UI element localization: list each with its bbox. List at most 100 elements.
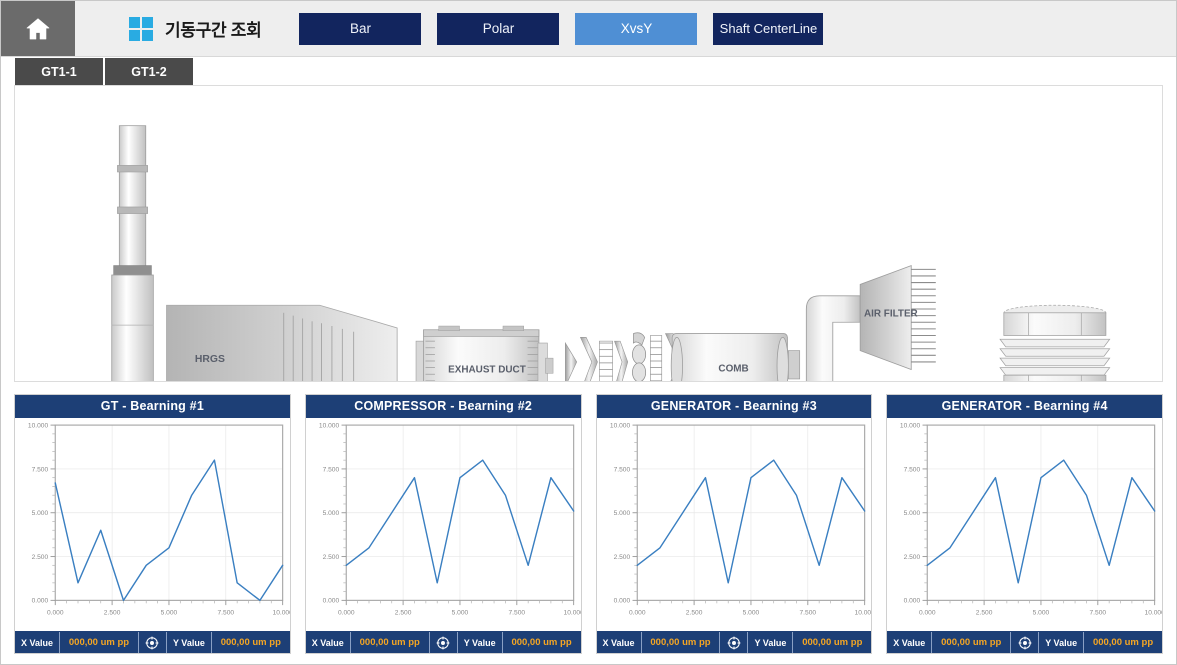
crosshair-target-icon[interactable] (430, 632, 458, 653)
x-value-label: X Value (306, 632, 351, 653)
x-value-label: X Value (597, 632, 642, 653)
y-value-label: Y Value (1039, 632, 1085, 653)
svg-text:7.500: 7.500 (904, 466, 921, 473)
svg-text:0.000: 0.000 (904, 598, 921, 605)
hrgs-label: HRGS (195, 354, 225, 365)
svg-text:7.500: 7.500 (322, 466, 339, 473)
home-icon (26, 17, 50, 39)
svg-text:0.000: 0.000 (47, 609, 64, 616)
machinery-diagram: HRGS EXHAUST DUCT COMB AIR FILTER (111, 125, 1111, 381)
svg-text:10.000: 10.000 (563, 609, 580, 616)
chart-plot-area[interactable]: 0.000 0.000 2.500 2.500 5.000 5.000 7.500 7.500… (15, 417, 290, 631)
svg-text:10.000: 10.000 (854, 609, 871, 616)
chart-plot-area[interactable]: 0.000 0.000 2.500 2.500 5.000 5.000 7.500 7.500… (305, 417, 581, 631)
x-value-label: X Value (15, 632, 61, 653)
view-button-xvsy[interactable]: XvsY (575, 12, 698, 45)
svg-text:0.000: 0.000 (322, 598, 339, 605)
svg-text:5.000: 5.000 (742, 609, 759, 616)
svg-text:10.000: 10.000 (609, 422, 630, 429)
application-window: 기동구간 조회 Bar Polar XvsY Shaft CenterLine … (0, 0, 1177, 665)
y-value-readout: 000,00 um pp (511, 637, 572, 648)
crosshair-target-icon[interactable] (1011, 632, 1040, 653)
tab-gt1-1[interactable]: GT1-1 (15, 58, 103, 85)
chart-card-bearing-2: COMPRESSOR - Bearning #2 0.000 0.000 2.500… (304, 393, 582, 654)
view-button-polar[interactable]: Polar (437, 12, 560, 45)
chart-title: GENERATOR - Bearning #4 (887, 394, 1162, 418)
svg-text:5.000: 5.000 (322, 510, 339, 517)
y-value-readout: 000,00 um pp (802, 637, 863, 648)
svg-text:5.000: 5.000 (32, 510, 49, 517)
y-value-label: Y Value (167, 632, 212, 653)
svg-text:10.000: 10.000 (273, 609, 290, 616)
chart-footer: X Value 000,00 um pp Y Value 000,00 um p… (15, 631, 290, 653)
svg-text:7.500: 7.500 (218, 609, 235, 616)
home-button[interactable] (1, 1, 75, 56)
chart-card-bearing-4: GENERATOR - Bearning #4 0.000 0.000 2.500 2… (886, 393, 1163, 654)
exhaust-duct-label: EXHAUST DUCT (448, 364, 526, 375)
svg-text:2.500: 2.500 (904, 554, 921, 561)
x-value-readout: 000,00 um pp (932, 632, 1012, 653)
chart-plot-area[interactable]: 0.000 0.000 2.500 2.500 5.000 5.000 7.500 7.500… (887, 417, 1162, 631)
exhaust-duct-unit: EXHAUST DUCT (415, 325, 554, 381)
hrsg-unit: HRGS (166, 304, 398, 381)
svg-text:2.500: 2.500 (685, 609, 702, 616)
x-value-label: X Value (887, 632, 933, 653)
svg-text:0.000: 0.000 (613, 598, 630, 605)
generator-unit: GENERATOR (999, 304, 1111, 381)
svg-text:5.000: 5.000 (904, 510, 921, 517)
y-value-label: Y Value (458, 632, 503, 653)
combustor-unit: COMB (670, 333, 801, 381)
machinery-diagram-panel: HRGS EXHAUST DUCT COMB AIR FILTER (14, 85, 1163, 382)
svg-text:7.500: 7.500 (799, 609, 816, 616)
svg-text:10.000: 10.000 (900, 422, 921, 429)
chart-plot-area[interactable]: 0.000 0.000 2.500 2.500 5.000 5.000 7.500 7.500… (596, 417, 872, 631)
svg-text:2.500: 2.500 (32, 554, 49, 561)
chart-title: GT - Bearning #1 (15, 394, 290, 418)
view-button-bar[interactable]: Bar (299, 12, 422, 45)
air-filter-label: AIR FILTER (864, 309, 918, 320)
svg-text:7.500: 7.500 (613, 466, 630, 473)
grid-logo-icon (129, 16, 153, 41)
svg-text:0.000: 0.000 (32, 598, 49, 605)
chart-title: GENERATOR - Bearning #3 (596, 394, 872, 418)
svg-text:10.000: 10.000 (28, 422, 49, 429)
y-value-readout: 000,00 um pp (220, 637, 281, 648)
app-header: 기동구간 조회 Bar Polar XvsY Shaft CenterLine (1, 1, 1176, 57)
svg-text:5.000: 5.000 (161, 609, 178, 616)
svg-text:5.000: 5.000 (451, 609, 468, 616)
comb-label: COMB (718, 363, 748, 374)
view-button-shaft-centerline[interactable]: Shaft CenterLine (713, 12, 824, 45)
unit-tab-strip: GT1-1 GT1-2 (1, 57, 1176, 85)
tab-gt1-2[interactable]: GT1-2 (105, 58, 193, 85)
page-title: 기동구간 조회 (165, 21, 262, 40)
svg-text:0.000: 0.000 (628, 609, 645, 616)
chart-footer: X Value 000,00 um pp Y Value 000,00 um p… (887, 631, 1162, 653)
crosshair-target-icon[interactable] (720, 632, 749, 653)
view-mode-buttons: Bar Polar XvsY Shaft CenterLine (299, 1, 824, 56)
bearing-chart-row: GT - Bearning #1 0.000 0.000 2.500 2.500 5.0… (1, 382, 1176, 664)
y-value-readout: 000,00 um pp (1092, 637, 1154, 648)
svg-text:10.000: 10.000 (319, 422, 340, 429)
svg-text:2.500: 2.500 (322, 554, 339, 561)
svg-text:0.000: 0.000 (338, 609, 355, 616)
svg-text:5.000: 5.000 (613, 510, 630, 517)
svg-text:2.500: 2.500 (104, 609, 121, 616)
crosshair-target-icon[interactable] (139, 632, 167, 653)
svg-text:2.500: 2.500 (395, 609, 412, 616)
svg-text:7.500: 7.500 (1090, 609, 1107, 616)
x-value-readout: 000,00 um pp (351, 632, 430, 653)
svg-text:5.000: 5.000 (1033, 609, 1050, 616)
chart-title: COMPRESSOR - Bearning #2 (305, 394, 581, 418)
exhaust-stack (111, 125, 154, 381)
chart-card-bearing-3: GENERATOR - Bearning #3 0.000 0.000 2.500 2… (595, 393, 873, 654)
chart-footer: X Value 000,00 um pp Y Value 000,00 um p… (596, 631, 872, 653)
svg-text:7.500: 7.500 (32, 466, 49, 473)
chart-footer: X Value 000,00 um pp Y Value 000,00 um p… (305, 631, 581, 653)
svg-text:2.500: 2.500 (613, 554, 630, 561)
svg-text:7.500: 7.500 (508, 609, 525, 616)
x-value-readout: 000,00 um pp (642, 632, 721, 653)
svg-text:0.000: 0.000 (919, 609, 936, 616)
svg-text:2.500: 2.500 (976, 609, 993, 616)
x-value-readout: 000,00 um pp (60, 632, 139, 653)
svg-text:10.000: 10.000 (1145, 609, 1162, 616)
